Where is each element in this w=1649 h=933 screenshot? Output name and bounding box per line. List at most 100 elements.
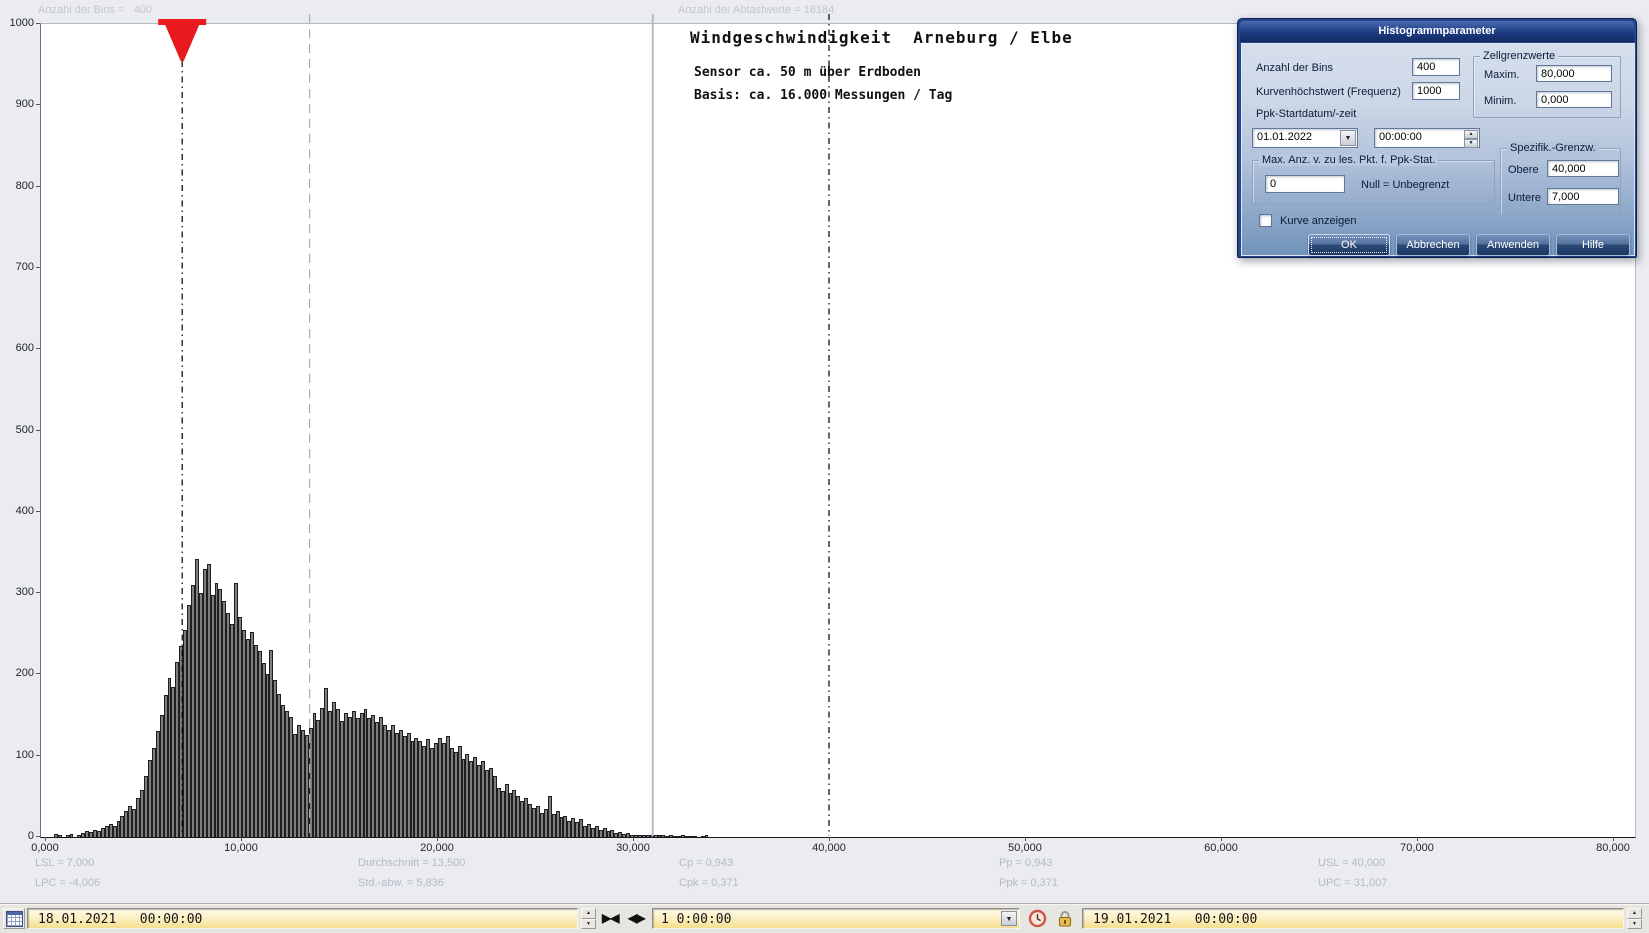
ppk-date-combobox[interactable]: 01.01.2022 ▼ <box>1252 128 1358 148</box>
start-datetime-value: 18.01.2021 00:00:00 <box>38 912 203 927</box>
kurvenhoechstwert-input[interactable] <box>1412 82 1460 100</box>
spin-down-icon[interactable]: ▼ <box>581 918 596 929</box>
start-datetime-field[interactable]: 18.01.2021 00:00:00 <box>27 908 578 929</box>
zoom-out-arrows-icon[interactable]: ◀▶ <box>628 911 645 925</box>
x-axis-tick-label: 20,000 <box>420 842 454 854</box>
chart-subtitle-sensor: Sensor ca. 50 m über Erdboden <box>694 65 921 80</box>
y-axis-tick <box>36 673 40 675</box>
y-axis-tick <box>36 592 40 594</box>
spezifik-grenzw-group: Spezifik.-Grenzw. Obere Untere <box>1500 142 1621 216</box>
ppk-startdatum-label: Ppk-Startdatum/-zeit <box>1256 108 1357 120</box>
y-axis-tick-label: 600 <box>15 342 34 355</box>
y-axis-tick-label: 1000 <box>9 17 34 29</box>
histogram-bar <box>58 835 62 837</box>
stat-value: LSL = 7,000 <box>35 857 95 869</box>
clock-icon[interactable] <box>1028 909 1047 933</box>
ppk-time-value: 00:00:00 <box>1379 131 1422 143</box>
ok-button[interactable]: OK <box>1308 234 1390 256</box>
max-anz-group-label: Max. Anz. v. zu les. Pkt. f. Ppk-Stat. <box>1259 154 1439 166</box>
kurve-anzeigen-label: Kurve anzeigen <box>1280 215 1357 227</box>
stat-value: Cp = 0,943 <box>679 857 734 869</box>
x-axis-tick <box>1221 837 1222 841</box>
y-axis-tick <box>36 23 40 24</box>
zellgrenzwerte-group-label: Zellgrenzwerte <box>1480 50 1559 62</box>
y-axis-tick-label: 800 <box>15 179 34 192</box>
interval-dropdown-icon[interactable]: ▼ <box>1001 911 1017 926</box>
x-axis-tick-label: 30,000 <box>616 842 650 854</box>
maxim-label: Maxim. <box>1484 69 1520 81</box>
maxim-input[interactable] <box>1536 65 1612 82</box>
anzahl-bins-input[interactable] <box>1412 58 1460 76</box>
histogram-bar <box>70 834 73 837</box>
stat-value: Ppk = 0,371 <box>999 877 1059 889</box>
x-axis-tick-label: 0,000 <box>31 842 59 854</box>
stat-value: Cpk = 0,371 <box>679 877 739 889</box>
x-axis-tick <box>1613 837 1614 841</box>
x-axis-tick-label: 10,000 <box>224 842 258 854</box>
kurvenhoechstwert-label: Kurvenhöchstwert (Frequenz) <box>1256 86 1401 98</box>
x-axis-tick-label: 70,000 <box>1400 842 1434 854</box>
stat-value: USL = 40,000 <box>1318 857 1386 869</box>
untere-label: Untere <box>1508 192 1542 204</box>
datetime-toolbar: 18.01.2021 00:00:00 ▲ ▼ ▶◀ ◀▶ 1 0:00:00 ▼… <box>0 903 1649 933</box>
histogram-bar <box>693 836 697 837</box>
kurve-anzeigen-checkbox[interactable] <box>1259 214 1272 227</box>
samples-count-note: Anzahl der Abtastwerte = 16184 <box>678 4 835 16</box>
y-axis-tick-label: 400 <box>15 504 34 517</box>
x-axis-tick-label: 60,000 <box>1204 842 1238 854</box>
calendar-icon <box>6 911 23 927</box>
y-axis-tick-label: 500 <box>15 423 34 436</box>
y-axis-tick <box>36 836 40 837</box>
x-axis-tick-label: 80,000 <box>1596 842 1630 854</box>
x-axis-tick <box>633 837 634 841</box>
y-axis-tick-label: 300 <box>15 586 34 599</box>
y-axis-tick-label: 200 <box>15 667 34 680</box>
hilfe-button[interactable]: Hilfe <box>1556 234 1630 256</box>
obere-label: Obere <box>1508 164 1539 176</box>
interval-value: 1 0:00:00 <box>661 912 732 927</box>
time-spinner[interactable]: ▲ ▼ <box>1464 130 1478 148</box>
obere-input[interactable] <box>1547 160 1619 177</box>
y-axis-tick <box>36 348 40 350</box>
stat-value: LPC = -4,006 <box>35 877 101 889</box>
date-dropdown-icon[interactable]: ▼ <box>1340 130 1356 146</box>
end-datetime-field[interactable]: 19.01.2021 00:00:00 <box>1082 908 1624 929</box>
calendar-button[interactable] <box>3 908 25 929</box>
x-axis-tick <box>241 837 242 841</box>
dialog-title-bar[interactable]: Histogrammparameter <box>1240 21 1634 42</box>
anzahl-bins-label: Anzahl der Bins <box>1256 62 1334 74</box>
stat-value: Durchschnitt = 13,500 <box>358 857 466 869</box>
interval-combobox[interactable]: 1 0:00:00 ▼ <box>652 908 1020 929</box>
y-axis-tick-label: 100 <box>15 748 34 761</box>
y-axis-tick-label: 0 <box>27 830 34 842</box>
lock-icon[interactable] <box>1056 909 1074 933</box>
abbrechen-button[interactable]: Abbrechen <box>1396 234 1470 256</box>
spezifik-group-label: Spezifik.-Grenzw. <box>1507 142 1599 154</box>
max-anz-input[interactable] <box>1265 175 1345 193</box>
histogram-parameter-dialog: Histogrammparameter Anzahl der Bins Kurv… <box>1237 18 1637 258</box>
y-axis-tick <box>36 429 40 431</box>
spin-up-icon[interactable]: ▲ <box>1464 130 1478 139</box>
anwenden-button[interactable]: Anwenden <box>1476 234 1550 256</box>
minim-input[interactable] <box>1536 91 1612 108</box>
x-axis-tick <box>1417 837 1418 841</box>
spin-down-icon[interactable]: ▼ <box>1464 139 1478 148</box>
zoom-in-arrows-icon[interactable]: ▶◀ <box>602 911 619 925</box>
ppk-time-spinbox[interactable]: 00:00:00 ▲ ▼ <box>1374 128 1480 148</box>
untere-input[interactable] <box>1547 188 1619 205</box>
stat-value: UPC = 31,007 <box>1318 877 1388 889</box>
x-axis-tick <box>829 837 830 841</box>
max-anz-group: Max. Anz. v. zu les. Pkt. f. Ppk-Stat. N… <box>1252 154 1495 204</box>
chart-title: Windgeschwindigkeit Arneburg / Elbe <box>690 28 1073 47</box>
chart-subtitle-basis: Basis: ca. 16.000 Messungen / Tag <box>694 88 953 103</box>
spin-up-icon[interactable]: ▲ <box>1627 908 1642 919</box>
stat-value: Pp = 0,943 <box>999 857 1053 869</box>
bins-count-note: Anzahl der Bins = 400 <box>38 4 153 16</box>
spin-down-icon[interactable]: ▼ <box>1627 918 1642 929</box>
start-datetime-spinner[interactable]: ▲ ▼ <box>581 908 596 929</box>
ppk-date-value: 01.01.2022 <box>1257 131 1313 143</box>
y-axis-tick <box>36 185 40 187</box>
spin-up-icon[interactable]: ▲ <box>581 908 596 919</box>
end-datetime-spinner[interactable]: ▲ ▼ <box>1627 908 1642 929</box>
x-axis-tick <box>437 837 438 841</box>
